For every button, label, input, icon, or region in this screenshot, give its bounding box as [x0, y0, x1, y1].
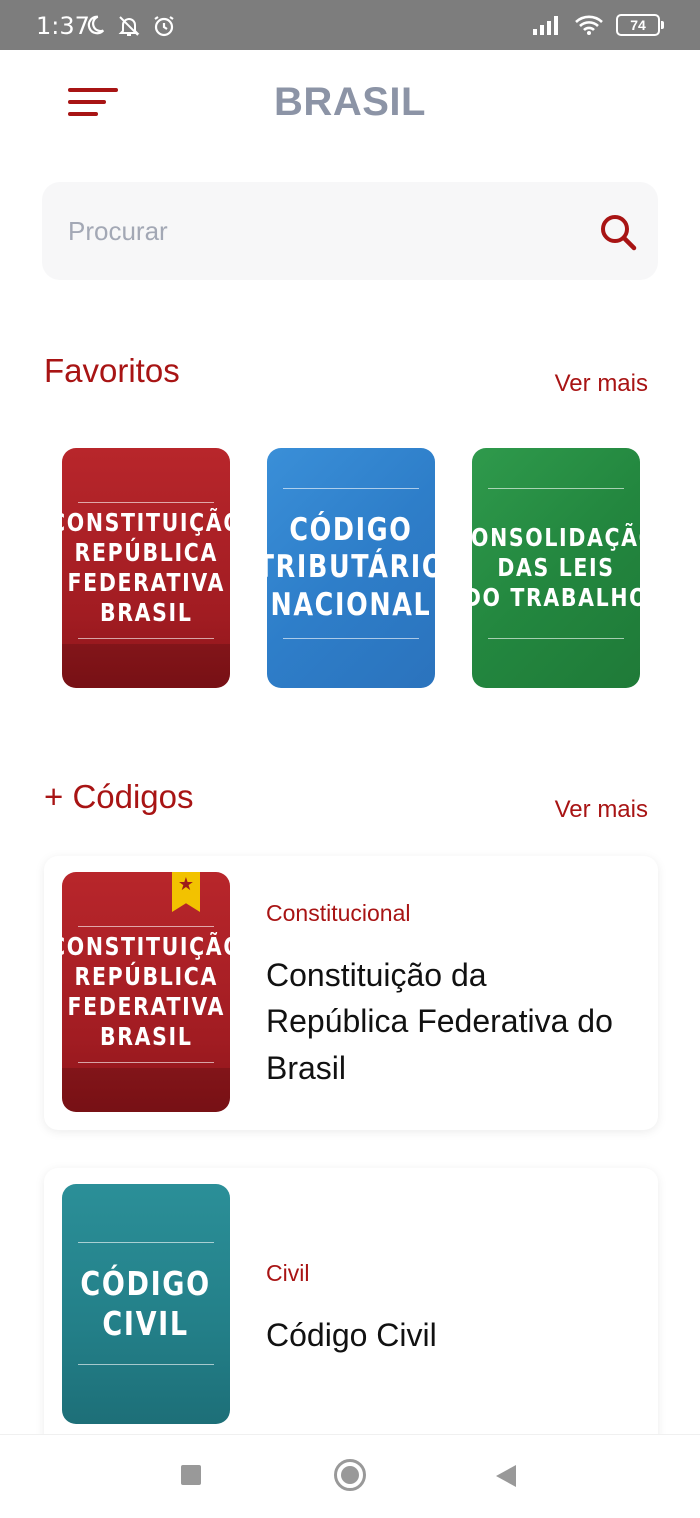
cover-line: FEDERATIVA: [67, 568, 225, 597]
code-category: Civil: [266, 1260, 310, 1286]
book-cover: CÓDIGO CIVIL: [62, 1184, 230, 1424]
back-icon[interactable]: [496, 1465, 516, 1487]
recent-apps-icon[interactable]: [181, 1465, 201, 1485]
search-input[interactable]: [68, 206, 568, 256]
favorite-book-labor-laws[interactable]: CONSOLIDAÇÃO DAS LEIS DO TRABALHO: [472, 448, 640, 688]
home-icon[interactable]: [334, 1459, 366, 1491]
code-card-constitution[interactable]: ★ CONSTITUIÇÃO REPÚBLICA FEDERATIVA BRAS…: [44, 856, 658, 1130]
codes-see-more-link[interactable]: Ver mais: [555, 796, 648, 824]
alarm-icon: [154, 16, 174, 37]
code-card-civil[interactable]: CÓDIGO CIVIL Civil Código Civil: [44, 1168, 658, 1448]
cover-line: CÓDIGO: [80, 1264, 212, 1304]
favorites-title: Favoritos: [44, 352, 180, 389]
code-category: Constitucional: [266, 900, 411, 926]
bookmark-star-icon: ★: [172, 872, 200, 912]
cover-line: BRASIL: [99, 1022, 193, 1051]
search-bar: [42, 182, 658, 280]
cover-line: NACIONAL: [270, 586, 432, 623]
favorite-book-constitution[interactable]: CONSTITUIÇÃO REPÚBLICA FEDERATIVA BRASIL: [62, 448, 230, 688]
status-time: 1:37: [36, 12, 90, 40]
cover-line: CONSTITUIÇÃO: [62, 932, 230, 961]
mute-bell-icon: [118, 16, 140, 36]
book-cover: ★ CONSTITUIÇÃO REPÚBLICA FEDERATIVA BRAS…: [62, 872, 230, 1112]
codes-title: + Códigos: [44, 778, 194, 815]
moon-icon: [87, 15, 105, 35]
cover-line: REPÚBLICA: [74, 962, 218, 991]
cover-line: DAS LEIS: [497, 553, 615, 582]
favorite-book-tax-code[interactable]: CÓDIGO TRIBUTÁRIO NACIONAL: [267, 448, 435, 688]
cover-line: CIVIL: [102, 1304, 190, 1343]
cover-line: CONSOLIDAÇÃO: [472, 523, 640, 552]
signal-icon: [533, 16, 558, 35]
cover-line: TRIBUTÁRIO: [267, 549, 435, 586]
code-title: Código Civil: [266, 1317, 437, 1353]
battery-indicator: 74: [616, 14, 664, 36]
cover-line: BRASIL: [99, 598, 193, 627]
cover-line: CÓDIGO: [289, 512, 413, 549]
favorites-see-more-link[interactable]: Ver mais: [555, 370, 648, 398]
cover-line: CONSTITUIÇÃO: [62, 508, 230, 537]
wifi-icon: [575, 15, 603, 35]
cover-line: DO TRABALHO: [472, 583, 640, 612]
cover-line: REPÚBLICA: [74, 538, 218, 567]
cover-line: FEDERATIVA: [67, 992, 225, 1021]
system-nav-bar: [0, 1434, 700, 1518]
status-bar: 1:37 74: [0, 0, 700, 50]
page-title: BRASIL: [274, 80, 426, 124]
search-icon[interactable]: [598, 212, 638, 252]
code-title: Constituição da República Federativa do …: [266, 957, 613, 1086]
